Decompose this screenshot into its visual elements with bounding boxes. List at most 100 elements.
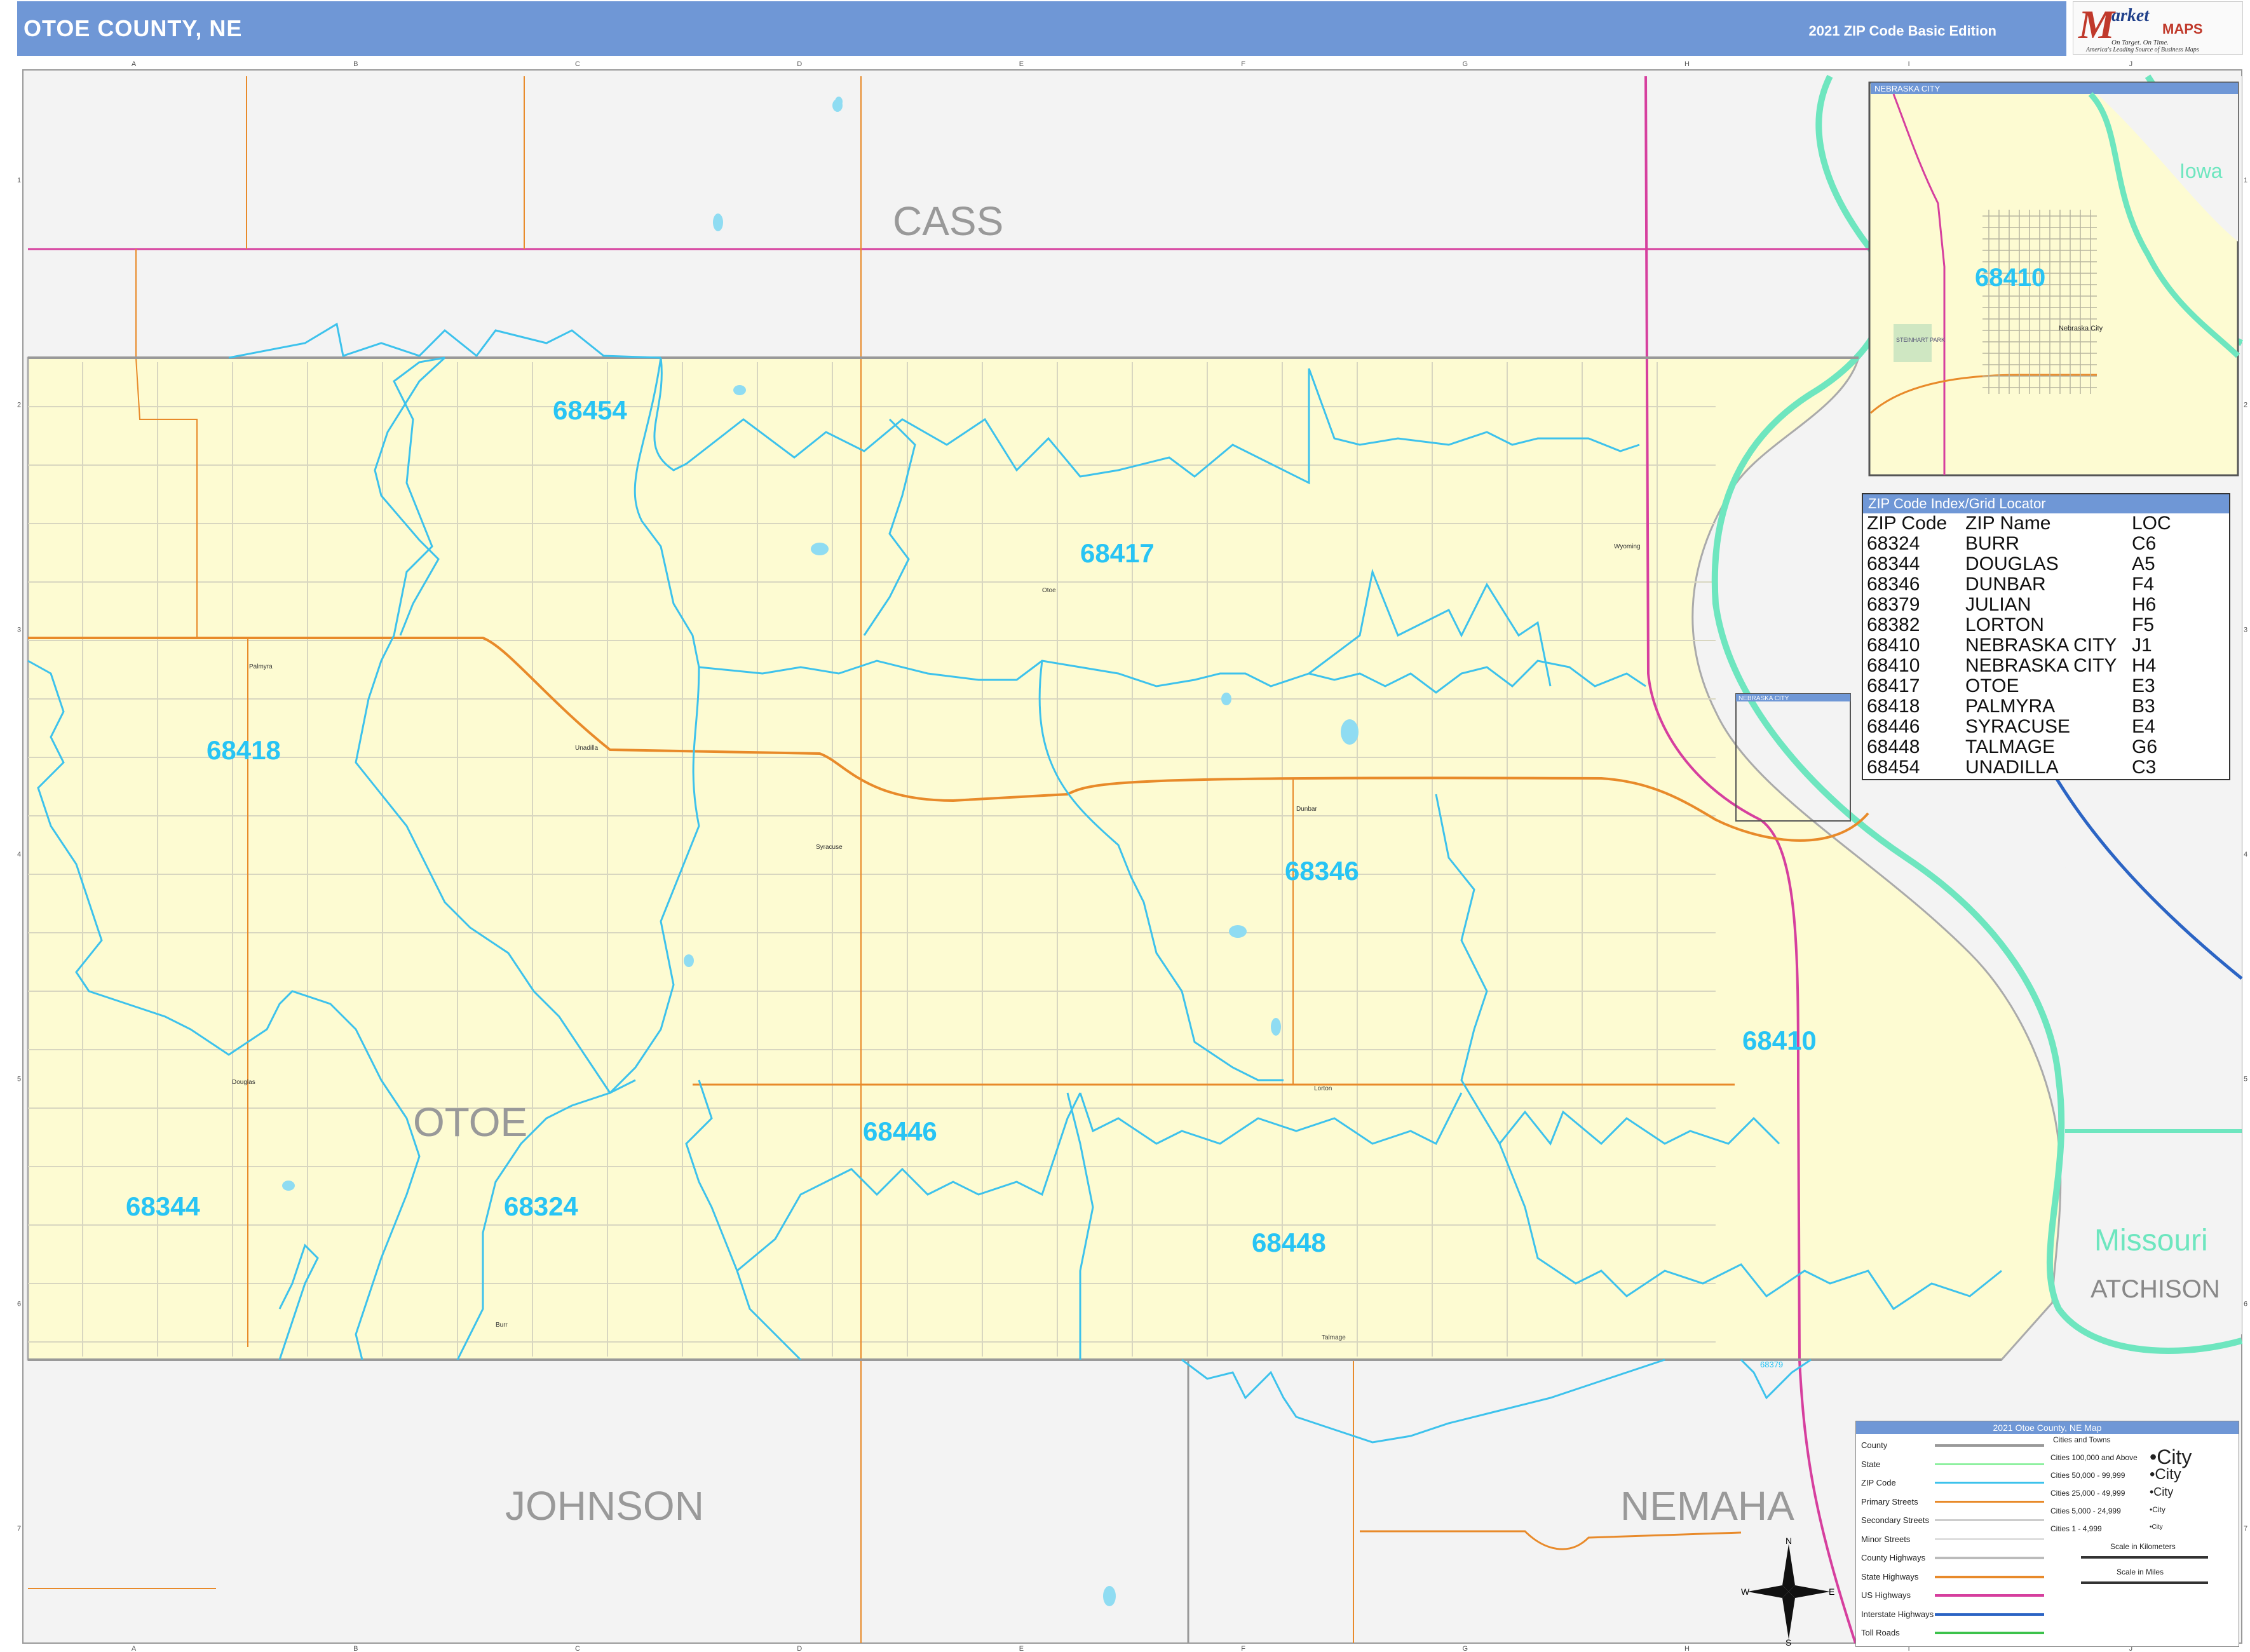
zip-name-cell: JULIAN <box>1965 594 2031 615</box>
zip-index-row: 68417 OTOE E3 <box>1863 676 2229 696</box>
zip-code-cell: 68410 <box>1867 655 1920 676</box>
state-label-missouri: Missouri <box>2094 1224 2208 1257</box>
town-lorton: Lorton <box>1314 1085 1332 1092</box>
legend-item-label: Primary Streets <box>1861 1496 1918 1506</box>
zip-index-row: 68410 NEBRASKA CITY J1 <box>1863 635 2229 656</box>
zip-name-cell: UNADILLA <box>1965 757 2059 778</box>
zip-label-68346: 68346 <box>1285 856 1359 886</box>
zip-index-row: 68454 UNADILLA C3 <box>1863 757 2229 778</box>
zip-name-cell: TALMAGE <box>1965 736 2056 757</box>
zip-index-col-name: ZIP Name <box>1965 513 2051 534</box>
inset-nebraska-city-label: Nebraska City <box>2059 325 2103 332</box>
zip-code-cell: 68446 <box>1867 716 1920 737</box>
zip-index-row: 68324 BURR C6 <box>1863 534 2229 554</box>
legend-item-swatch <box>1935 1575 2044 1578</box>
grid-col-E-top: E <box>1019 60 1024 68</box>
zip-label-68418: 68418 <box>207 735 281 765</box>
zip-label-68448: 68448 <box>1252 1228 1326 1257</box>
grid-col-F-bottom: F <box>1241 1645 1245 1652</box>
zip-name-cell: PALMYRA <box>1965 696 2056 717</box>
zip-loc-cell: B3 <box>2132 696 2155 717</box>
grid-col-B-bottom: B <box>353 1645 358 1652</box>
legend-item-swatch <box>1935 1444 2044 1447</box>
legend-item-swatch <box>1935 1632 2044 1634</box>
zip-loc-cell: E3 <box>2132 675 2155 696</box>
grid-col-C-top: C <box>575 60 580 68</box>
grid-row-5-left: 5 <box>17 1076 21 1083</box>
zip-label-68417: 68417 <box>1080 538 1155 568</box>
zip-name-cell: LORTON <box>1965 614 2044 635</box>
zip-index-title: ZIP Code Index/Grid Locator <box>1863 494 2229 513</box>
grid-col-A-bottom: A <box>132 1645 137 1652</box>
grid-row-5-right: 5 <box>2244 1076 2247 1083</box>
legend-scale-bar-km <box>2081 1556 2208 1559</box>
grid-col-D-bottom: D <box>797 1645 802 1652</box>
grid-col-G-top: G <box>1463 60 1468 68</box>
zip-loc-cell: F4 <box>2132 574 2155 595</box>
zip-label-68379: 68379 <box>1760 1360 1783 1369</box>
town-douglas: Douglas <box>232 1079 255 1086</box>
grid-col-J-top: J <box>2129 60 2133 68</box>
zip-code-cell: 68417 <box>1867 675 1920 696</box>
legend-city-sample: •City <box>2150 1486 2174 1498</box>
zip-loc-cell: F5 <box>2132 614 2155 635</box>
legend-item-label: State Highways <box>1861 1571 1919 1581</box>
inset-title: NEBRASKA CITY <box>1874 84 1941 93</box>
county-label-cass: CASS <box>893 198 1003 244</box>
zip-name-cell: BURR <box>1965 533 2020 554</box>
zip-label-68454: 68454 <box>553 395 627 425</box>
zip-name-cell: NEBRASKA CITY <box>1965 635 2117 656</box>
zip-loc-cell: J1 <box>2132 635 2152 656</box>
legend-city-tier: Cities 1 - 4,999 <box>2050 1524 2102 1533</box>
zip-code-cell: 68379 <box>1867 594 1920 615</box>
county-label-atchison: ATCHISON <box>2091 1275 2220 1303</box>
inset-iowa-label: Iowa <box>2179 159 2223 182</box>
town-dunbar: Dunbar <box>1296 806 1317 813</box>
zip-label-68324: 68324 <box>504 1191 578 1221</box>
zip-index-row: 68448 TALMAGE G6 <box>1863 737 2229 757</box>
otoe-county-map[interactable]: AABBCCDDEEFFGGHHIIJJ1 12 23 34 45 56 67 7 <box>0 0 2250 1652</box>
legend-item-label: County Highways <box>1861 1553 1926 1562</box>
county-label-nemaha: NEMAHA <box>1620 1483 1794 1529</box>
town-syracuse: Syracuse <box>816 844 843 851</box>
legend-city-tier: Cities 50,000 - 99,999 <box>2050 1471 2125 1480</box>
legend-item-label: US Highways <box>1861 1590 1911 1600</box>
zip-index-row: 68418 PALMYRA B3 <box>1863 696 2229 717</box>
legend-item-label: Secondary Streets <box>1861 1515 1929 1525</box>
zip-index-row: 68410 NEBRASKA CITY H4 <box>1863 656 2229 676</box>
zip-loc-cell: H6 <box>2132 594 2157 615</box>
legend-city-sample: •City <box>2150 1466 2181 1483</box>
legend-scale-mi: Scale in Miles <box>2117 1567 2164 1576</box>
inset-locator-label: NEBRASKA CITY <box>1738 695 1789 702</box>
zip-code-cell: 68448 <box>1867 736 1920 757</box>
legend-city-sample: •City <box>2150 1505 2165 1514</box>
town-burr: Burr <box>496 1322 508 1329</box>
zip-index-row: 68446 SYRACUSE E4 <box>1863 717 2229 737</box>
grid-row-1-left: 1 <box>17 177 21 184</box>
zip-name-cell: DUNBAR <box>1965 574 2046 595</box>
nebraska-city-inset[interactable]: NEBRASKA CITY STEINHART PARK 68410 Nebra… <box>1868 81 2240 477</box>
legend-item-swatch <box>1935 1613 2044 1616</box>
legend-scale-bar-mi <box>2081 1581 2208 1584</box>
zip-loc-cell: C3 <box>2132 757 2157 778</box>
zip-name-cell: OTOE <box>1965 675 2019 696</box>
town-unadilla: Unadilla <box>575 745 599 752</box>
legend-item-label: County <box>1861 1440 1888 1450</box>
legend-city-tier: Cities 25,000 - 49,999 <box>2050 1489 2125 1498</box>
grid-col-G-bottom: G <box>1463 1645 1468 1652</box>
grid-col-H-top: H <box>1684 60 1690 68</box>
zip-index-row: 68382 LORTON F5 <box>1863 615 2229 635</box>
legend-city-tier: Cities 100,000 and Above <box>2050 1453 2138 1462</box>
zip-code-cell: 68454 <box>1867 757 1920 778</box>
grid-row-6-left: 6 <box>17 1300 21 1308</box>
map-legend: 2021 Otoe County, NE Map County State ZIP … <box>1855 1421 2239 1647</box>
legend-item-label: ZIP Code <box>1861 1478 1896 1487</box>
inset-park <box>1894 324 1932 362</box>
zip-index-rows: 68324 BURR C6 68344 DOUGLAS A5 68346 DUNBAR F4 68… <box>1863 534 2229 778</box>
zip-index-col-loc: LOC <box>2132 513 2171 534</box>
zip-index-row: 68346 DUNBAR F4 <box>1863 574 2229 595</box>
legend-item-swatch <box>1935 1557 2044 1559</box>
zip-label-68446: 68446 <box>863 1116 937 1146</box>
zip-loc-cell: G6 <box>2132 736 2158 757</box>
grid-col-I-top: I <box>1908 60 1910 68</box>
